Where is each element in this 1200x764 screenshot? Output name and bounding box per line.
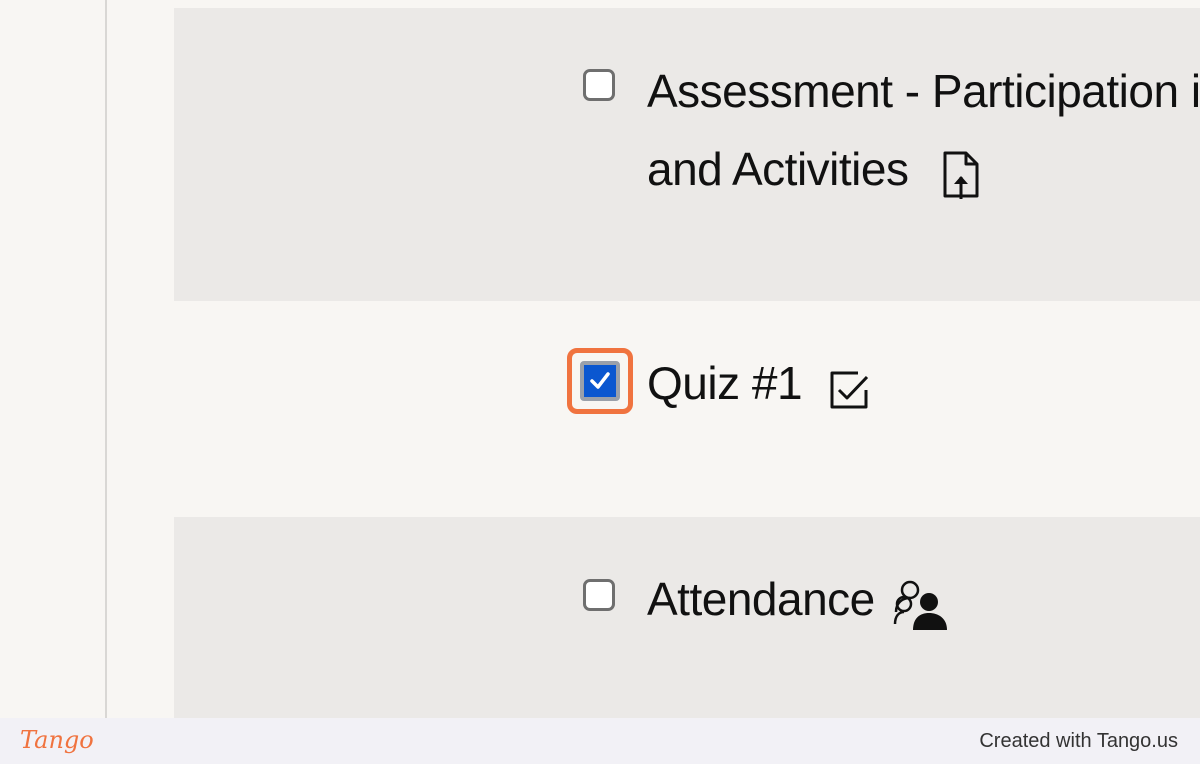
- assessment-label-line1[interactable]: Assessment - Participation i: [647, 64, 1200, 118]
- quiz-checkbox-highlight: [567, 348, 633, 414]
- attendance-icon: [893, 578, 951, 639]
- attendance-checkbox[interactable]: [583, 579, 615, 611]
- tango-logo[interactable]: Tango: [20, 726, 94, 754]
- file-upload-icon: [940, 150, 982, 207]
- quiz-label[interactable]: Quiz #1: [647, 356, 803, 410]
- created-with-tango-link[interactable]: Created with Tango.us: [979, 730, 1178, 753]
- left-rail: [0, 0, 107, 718]
- quiz-checkbox[interactable]: [580, 361, 620, 401]
- assessment-checkbox[interactable]: [583, 69, 615, 101]
- quiz-check-icon: [828, 368, 872, 417]
- screenshot-stage: Assessment - Participation i and Activit…: [0, 0, 1200, 764]
- assessment-label-line2[interactable]: and Activities: [647, 142, 909, 196]
- attendance-label[interactable]: Attendance: [647, 572, 875, 626]
- checkmark-icon: [590, 372, 610, 389]
